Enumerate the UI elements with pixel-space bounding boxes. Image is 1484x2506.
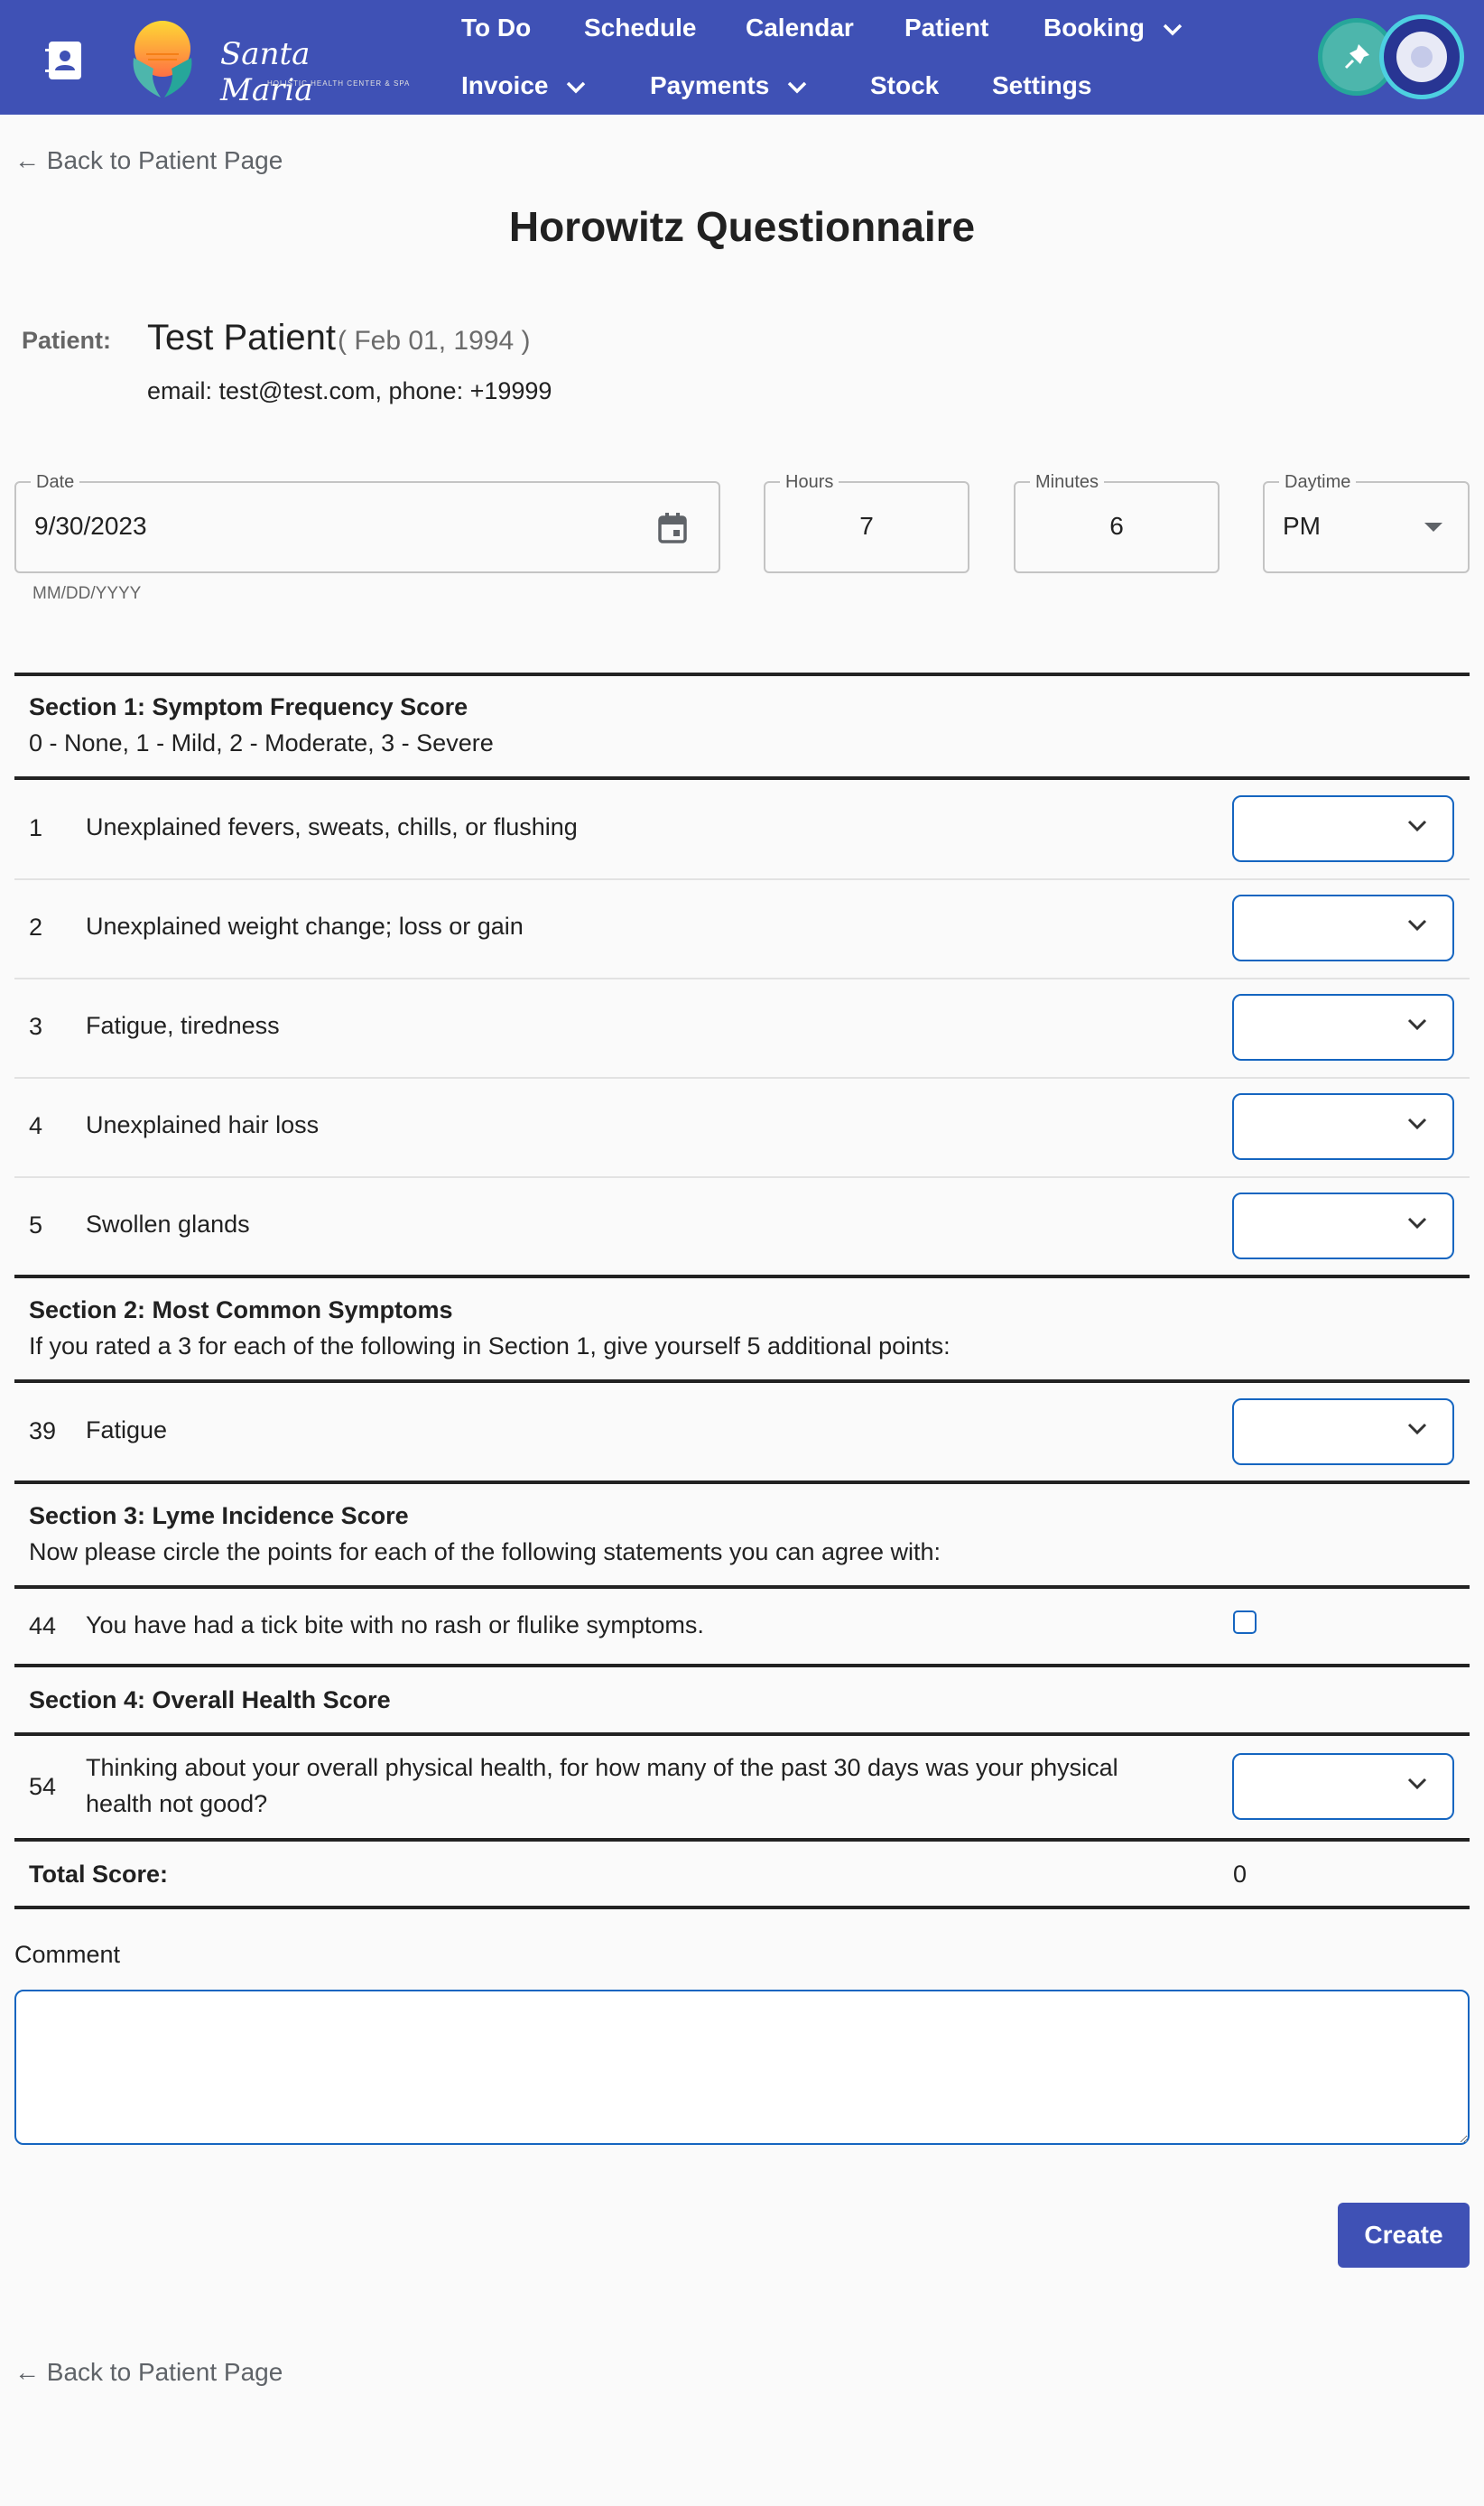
avatar-icon (1396, 32, 1447, 82)
question-text: Unexplained fevers, sweats, chills, or f… (86, 813, 578, 840)
back-to-patient-link[interactable]: ← Back to Patient Page (14, 2356, 283, 2389)
section-divider (14, 673, 1470, 676)
calendar-icon[interactable] (657, 512, 688, 544)
minutes-field-label: Minutes (1030, 470, 1105, 494)
question-text: Fatigue (86, 1416, 168, 1443)
section-2-title: Section 2: Most Common Symptoms (29, 1296, 453, 1323)
nav-booking[interactable]: Booking (1043, 13, 1183, 43)
section-3-subtitle: Now please circle the points for each of… (29, 1538, 941, 1565)
back-to-patient-link[interactable]: ← Back to Patient Page (14, 144, 283, 177)
hours-field[interactable]: Hours 7 (764, 470, 969, 573)
total-score-value: 0 (1233, 1861, 1247, 1888)
chevron-down-icon (1407, 1423, 1427, 1435)
question-text: Swollen glands (86, 1211, 250, 1238)
section-divider (14, 1585, 1470, 1589)
patient-contact: email: test@test.com, phone: +19999 (147, 377, 552, 404)
top-navigation-bar: Santa Maria HOLISTIC HEALTH CENTER & SPA… (0, 0, 1484, 115)
date-value: 9/30/2023 (34, 512, 147, 540)
agree-checkbox[interactable] (1233, 1610, 1257, 1634)
section-divider (14, 1732, 1470, 1736)
section-1-subtitle: 0 - None, 1 - Mild, 2 - Moderate, 3 - Se… (29, 729, 494, 756)
comment-label: Comment (14, 1941, 121, 1968)
chevron-down-icon (1407, 1118, 1427, 1130)
score-select[interactable] (1232, 1193, 1454, 1259)
score-select[interactable] (1232, 895, 1454, 961)
chevron-down-icon (1407, 1018, 1427, 1031)
nav-todo[interactable]: To Do (461, 13, 531, 43)
section-divider (14, 1379, 1470, 1383)
logo-tagline: HOLISTIC HEALTH CENTER & SPA (267, 79, 411, 88)
nav-invoice[interactable]: Invoice (461, 70, 586, 101)
nav-patient[interactable]: Patient (904, 13, 988, 43)
question-number: 2 (29, 914, 43, 941)
section-2-subtitle: If you rated a 3 for each of the followi… (29, 1332, 951, 1360)
question-number: 1 (29, 814, 43, 841)
nav-schedule[interactable]: Schedule (584, 13, 696, 43)
user-avatar[interactable] (1379, 14, 1464, 99)
question-number: 44 (29, 1612, 57, 1639)
section-3-title: Section 3: Lyme Incidence Score (29, 1502, 409, 1529)
score-select[interactable] (1232, 1093, 1454, 1160)
section-divider (14, 776, 1470, 780)
nav-settings[interactable]: Settings (992, 70, 1091, 101)
chevron-down-icon (787, 81, 807, 94)
hours-field-label: Hours (780, 470, 839, 494)
question-number: 54 (29, 1773, 57, 1800)
question-number: 39 (29, 1417, 57, 1444)
question-number: 3 (29, 1013, 43, 1040)
question-text: Fatigue, tiredness (86, 1012, 280, 1039)
nav-stock[interactable]: Stock (870, 70, 939, 101)
row-divider (14, 878, 1470, 880)
row-divider (14, 978, 1470, 979)
nav-payments[interactable]: Payments (650, 70, 807, 101)
patient-dob: ( Feb 01, 1994 ) (338, 326, 531, 356)
row-divider (14, 1077, 1470, 1079)
logo-wordmark: Santa Maria (220, 36, 313, 108)
page-title: Horowitz Questionnaire (508, 203, 976, 250)
create-button[interactable]: Create (1338, 2203, 1470, 2268)
minutes-value: 6 (1109, 512, 1124, 540)
caret-down-icon (1424, 523, 1442, 532)
score-select[interactable] (1232, 1753, 1454, 1820)
score-select[interactable] (1232, 795, 1454, 862)
chevron-down-icon (1163, 23, 1183, 36)
question-number: 5 (29, 1211, 43, 1239)
question-number: 4 (29, 1112, 43, 1139)
row-divider (14, 1176, 1470, 1178)
comment-textarea[interactable] (14, 1990, 1470, 2145)
patient-name-text: Test Patient (147, 318, 337, 357)
section-1-title: Section 1: Symptom Frequency Score (29, 693, 468, 720)
nav-calendar[interactable]: Calendar (746, 13, 854, 43)
question-text: Unexplained weight change; loss or gain (86, 913, 524, 940)
minutes-field[interactable]: Minutes 6 (1014, 470, 1220, 573)
date-format-helper: MM/DD/YYYY (32, 584, 142, 603)
question-text: Unexplained hair loss (86, 1111, 320, 1138)
santa-maria-logo[interactable]: Santa Maria HOLISTIC HEALTH CENTER & SPA (114, 13, 412, 108)
section-divider (14, 1664, 1470, 1667)
score-select[interactable] (1232, 1398, 1454, 1465)
chevron-down-icon (1407, 1217, 1427, 1230)
score-select[interactable] (1232, 994, 1454, 1061)
patient-name: Test Patient( Feb 01, 1994 ) (147, 318, 530, 358)
date-field-label: Date (31, 470, 80, 494)
hours-value: 7 (859, 512, 874, 540)
daytime-field-label: Daytime (1279, 470, 1357, 494)
chevron-down-icon (567, 81, 586, 94)
section-divider (14, 1838, 1470, 1842)
patient-label: Patient: (22, 327, 112, 354)
total-score-label: Total Score: (29, 1861, 169, 1888)
daytime-select[interactable]: Daytime PM (1263, 470, 1470, 573)
contacts-menu-icon[interactable] (43, 38, 87, 83)
question-text: You have had a tick bite with no rash or… (86, 1611, 704, 1638)
chevron-down-icon (1407, 1777, 1427, 1790)
question-text: Thinking about your overall physical hea… (86, 1754, 1118, 1817)
section-4-title: Section 4: Overall Health Score (29, 1686, 391, 1713)
chevron-down-icon (1407, 820, 1427, 832)
chevron-down-icon (1407, 919, 1427, 932)
daytime-value: PM (1283, 512, 1321, 540)
date-field[interactable]: Date 9/30/2023 (14, 470, 720, 573)
section-divider (14, 1480, 1470, 1484)
section-divider (14, 1275, 1470, 1278)
section-divider (14, 1906, 1470, 1909)
